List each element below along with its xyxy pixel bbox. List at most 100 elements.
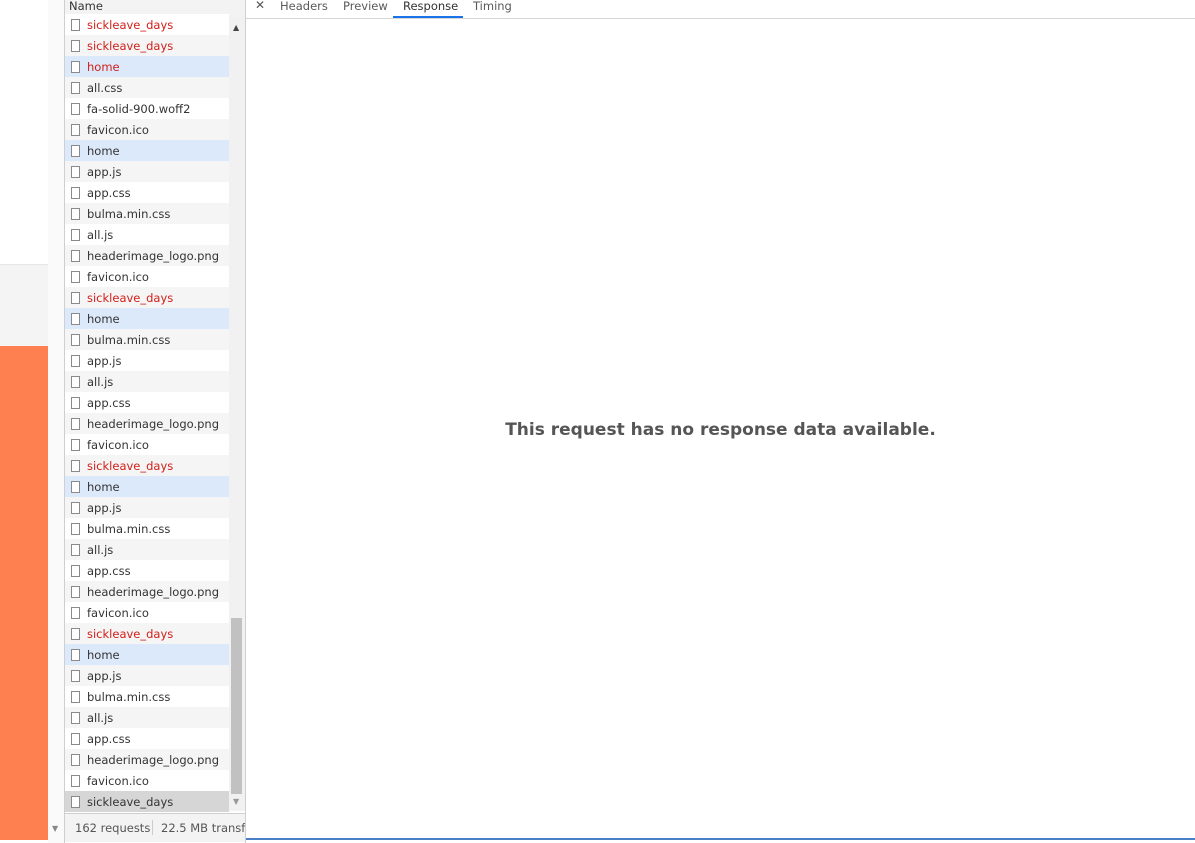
request-row[interactable]: all.js xyxy=(65,539,229,560)
request-detail-panel: ✕ Headers Preview Response Timing This r… xyxy=(246,0,1195,840)
file-icon xyxy=(71,774,80,787)
request-row[interactable]: favicon.ico xyxy=(65,119,229,140)
request-row[interactable]: sickleave_days xyxy=(65,455,229,476)
panel-bottom-border xyxy=(246,838,1195,840)
file-icon xyxy=(71,585,80,598)
request-name: bulma.min.css xyxy=(87,521,171,536)
request-name: headerimage_logo.png xyxy=(87,416,219,431)
file-icon xyxy=(71,333,80,346)
request-name: favicon.ico xyxy=(87,269,149,284)
file-icon xyxy=(71,270,80,283)
request-row[interactable]: fa-solid-900.woff2 xyxy=(65,98,229,119)
request-row[interactable]: bulma.min.css xyxy=(65,518,229,539)
file-icon xyxy=(71,417,80,430)
file-icon xyxy=(71,39,80,52)
request-name: favicon.ico xyxy=(87,773,149,788)
file-icon xyxy=(71,144,80,157)
request-rows: sickleave_days sickleave_days home all.css f… xyxy=(65,14,229,812)
request-row[interactable]: sickleave_days xyxy=(65,35,229,56)
request-name: home xyxy=(87,479,120,494)
request-row[interactable]: headerimage_logo.png xyxy=(65,749,229,770)
file-icon xyxy=(71,207,80,220)
file-icon xyxy=(71,627,80,640)
request-row[interactable]: home xyxy=(65,476,229,497)
request-row[interactable]: favicon.ico xyxy=(65,266,229,287)
request-row[interactable]: bulma.min.css xyxy=(65,329,229,350)
scroll-down-arrow-icon[interactable]: ▼ xyxy=(52,824,58,833)
request-row[interactable]: headerimage_logo.png xyxy=(65,413,229,434)
request-row[interactable]: headerimage_logo.png xyxy=(65,245,229,266)
request-name: favicon.ico xyxy=(87,437,149,452)
active-tab-indicator xyxy=(393,16,463,18)
file-icon xyxy=(71,711,80,724)
request-name: app.css xyxy=(87,731,131,746)
file-icon xyxy=(71,648,80,661)
no-response-message: This request has no response data availa… xyxy=(505,420,936,440)
status-divider xyxy=(152,820,153,835)
page-scrollbar[interactable]: ▼ xyxy=(48,0,65,843)
request-row[interactable]: home xyxy=(65,308,229,329)
request-row[interactable]: home xyxy=(65,644,229,665)
request-name: bulma.min.css xyxy=(87,206,171,221)
request-row[interactable]: favicon.ico xyxy=(65,770,229,791)
request-row[interactable]: bulma.min.css xyxy=(65,203,229,224)
file-icon xyxy=(71,18,80,31)
request-row[interactable]: app.js xyxy=(65,161,229,182)
request-row[interactable]: all.css xyxy=(65,77,229,98)
request-name: all.js xyxy=(87,227,114,242)
request-row[interactable]: app.css xyxy=(65,392,229,413)
request-row[interactable]: bulma.min.css xyxy=(65,686,229,707)
tab-preview[interactable]: Preview xyxy=(343,0,388,13)
transferred-size: 22.5 MB transfe xyxy=(161,821,245,835)
request-name: app.js xyxy=(87,164,122,179)
request-row[interactable]: sickleave_days xyxy=(65,791,229,812)
scroll-down-arrow-icon[interactable]: ▼ xyxy=(233,797,239,806)
request-name: headerimage_logo.png xyxy=(87,584,219,599)
request-row[interactable]: sickleave_days xyxy=(65,623,229,644)
request-name: favicon.ico xyxy=(87,605,149,620)
request-row[interactable]: favicon.ico xyxy=(65,602,229,623)
close-icon[interactable]: ✕ xyxy=(255,0,265,12)
file-icon xyxy=(71,438,80,451)
file-icon xyxy=(71,123,80,136)
request-row[interactable]: app.js xyxy=(65,665,229,686)
request-row[interactable]: app.css xyxy=(65,182,229,203)
request-row[interactable]: headerimage_logo.png xyxy=(65,581,229,602)
request-row[interactable]: home xyxy=(65,140,229,161)
request-name: headerimage_logo.png xyxy=(87,248,219,263)
tab-response[interactable]: Response xyxy=(403,0,458,13)
request-name: bulma.min.css xyxy=(87,332,171,347)
request-row[interactable]: app.css xyxy=(65,728,229,749)
request-name: app.js xyxy=(87,500,122,515)
file-icon xyxy=(71,564,80,577)
request-name: sickleave_days xyxy=(87,290,174,305)
request-name: app.css xyxy=(87,563,131,578)
request-row[interactable]: sickleave_days xyxy=(65,14,229,35)
request-row[interactable]: all.js xyxy=(65,224,229,245)
file-icon xyxy=(71,81,80,94)
request-name: sickleave_days xyxy=(87,38,174,53)
request-row[interactable]: home xyxy=(65,56,229,77)
request-name: app.js xyxy=(87,668,122,683)
request-name: sickleave_days xyxy=(87,458,174,473)
request-row[interactable]: app.js xyxy=(65,497,229,518)
name-column-label: Name xyxy=(69,0,103,13)
tab-timing[interactable]: Timing xyxy=(473,0,512,13)
request-name: all.js xyxy=(87,542,114,557)
tab-headers[interactable]: Headers xyxy=(280,0,328,13)
request-row[interactable]: app.css xyxy=(65,560,229,581)
request-name: bulma.min.css xyxy=(87,689,171,704)
request-row[interactable]: all.js xyxy=(65,371,229,392)
scroll-up-arrow-icon[interactable]: ▲ xyxy=(233,23,239,32)
network-request-list: Name sickleave_days sickleave_days home all… xyxy=(65,0,246,843)
request-list-scrollbar[interactable]: ▲ ▼ xyxy=(229,17,245,811)
page-content-band xyxy=(0,264,48,347)
request-row[interactable]: app.js xyxy=(65,350,229,371)
file-icon xyxy=(71,459,80,472)
scrollbar-thumb[interactable] xyxy=(231,618,242,794)
request-row[interactable]: all.js xyxy=(65,707,229,728)
request-row[interactable]: sickleave_days xyxy=(65,287,229,308)
file-icon xyxy=(71,732,80,745)
request-name: app.css xyxy=(87,185,131,200)
request-row[interactable]: favicon.ico xyxy=(65,434,229,455)
